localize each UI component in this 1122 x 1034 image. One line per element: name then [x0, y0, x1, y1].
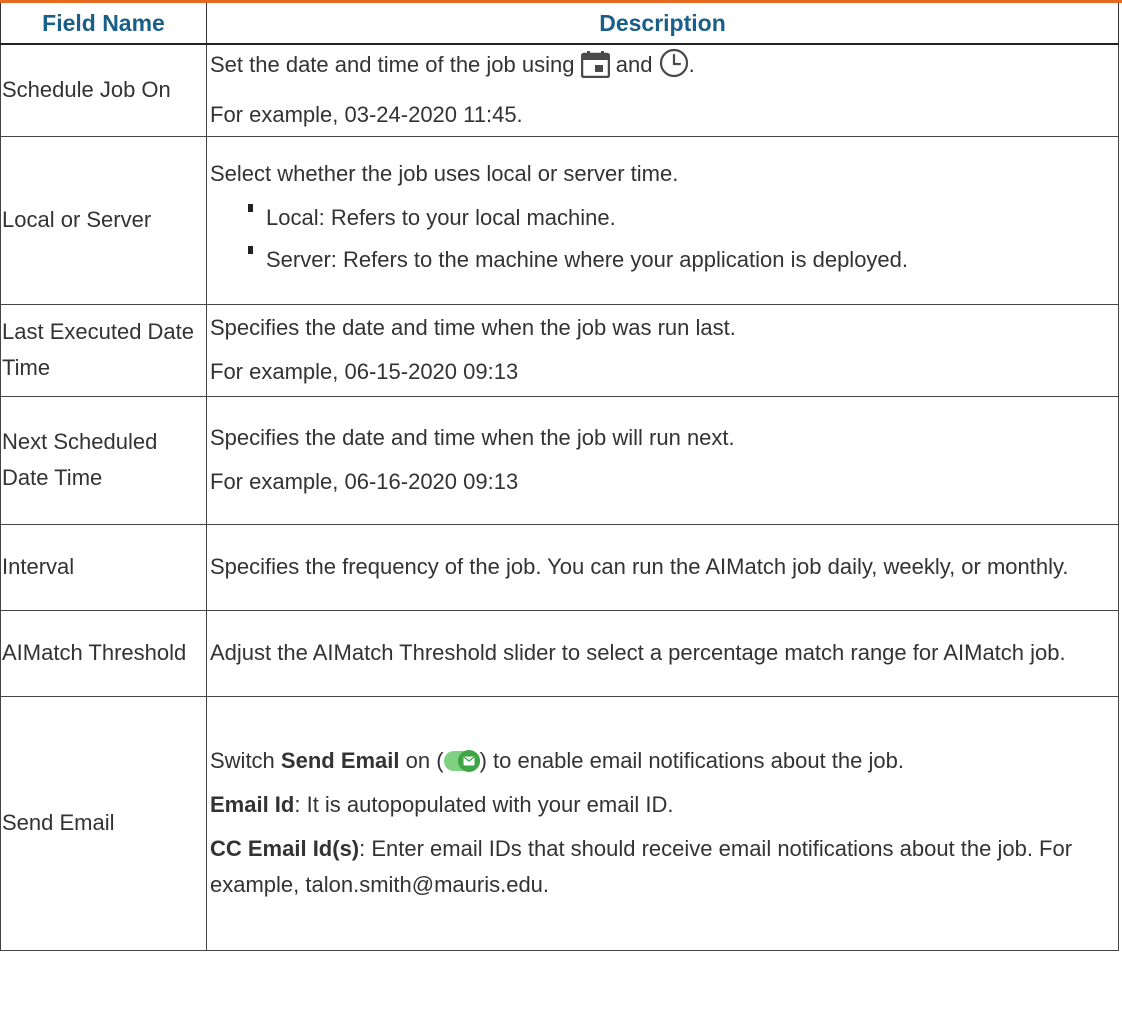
bullet-square-icon — [248, 246, 253, 254]
toggle-on-email-icon — [443, 750, 480, 772]
field-name-cell: Schedule Job On — [0, 43, 207, 137]
field-name-cell: Local or Server — [0, 135, 207, 305]
description-cell: Specifies the date and time when the job… — [206, 395, 1119, 525]
calendar-icon — [580, 51, 610, 89]
description-bold-text: Email Id — [210, 792, 295, 817]
header-description: Description — [206, 3, 1119, 45]
description-text: Switch — [210, 748, 275, 773]
description-line: Specifies the date and time when the job… — [210, 425, 735, 450]
description-paragraph: CC Email Id(s): Enter email IDs that sho… — [210, 831, 1114, 903]
list-item: Local: Refers to your local machine. — [248, 200, 1114, 236]
table-row: Last Executed Date Time Specifies the da… — [0, 303, 1119, 397]
description-paragraph: Switch Send Email on ( ) to enable email … — [210, 743, 1114, 779]
description-example: For example, 06-15-2020 09:13 — [210, 359, 519, 384]
description-cell: Set the date and time of the job using a… — [206, 43, 1119, 137]
table-row: Interval Specifies the frequency of the … — [0, 523, 1119, 611]
header-field-name: Field Name — [0, 3, 207, 45]
description-line: Set the date and time of the job using a… — [210, 47, 1114, 89]
field-description-table: Field Name Description Schedule Job On S… — [0, 3, 1119, 951]
bullet-text: Local: Refers to your local machine. — [266, 205, 616, 230]
field-name-cell: AIMatch Threshold — [0, 609, 207, 697]
description-example: For example, 03-24-2020 11:45. — [210, 102, 523, 128]
description-cell: Switch Send Email on ( ) to enable email … — [206, 695, 1119, 951]
field-name-cell: Interval — [0, 523, 207, 611]
list-item: Server: Refers to the machine where your… — [248, 242, 1114, 278]
clock-icon — [659, 48, 689, 89]
description-cell: Adjust the AIMatch Threshold slider to s… — [206, 609, 1119, 697]
description-text: Set the date and time of the job using — [210, 52, 575, 78]
table-row: Local or Server Select whether the job u… — [0, 135, 1119, 305]
description-text: . — [688, 52, 695, 78]
description-bold-text: CC Email Id(s) — [210, 836, 360, 861]
description-text: and — [615, 52, 653, 78]
description-cell: Specifies the frequency of the job. You … — [206, 523, 1119, 611]
field-name-cell: Last Executed Date Time — [0, 303, 207, 397]
bullet-text: Server: Refers to the machine where your… — [266, 247, 909, 272]
table-row: AIMatch Threshold Adjust the AIMatch Thr… — [0, 609, 1119, 697]
table-header-row: Field Name Description — [0, 3, 1119, 45]
description-example: For example, 06-16-2020 09:13 — [210, 469, 519, 494]
field-name-cell: Send Email — [0, 695, 207, 951]
table-row: Send Email Switch Send Email on ( ) to en… — [0, 695, 1119, 951]
bullet-list: Local: Refers to your local machine. Ser… — [210, 200, 1114, 278]
description-cell: Specifies the date and time when the job… — [206, 303, 1119, 397]
table-row: Schedule Job On Set the date and time of… — [0, 43, 1119, 137]
description-line: Specifies the date and time when the job… — [210, 315, 736, 340]
description-cell: Select whether the job uses local or ser… — [206, 135, 1119, 305]
description-text: : It is autopopulated with your email ID… — [294, 792, 674, 817]
table-row: Next Scheduled Date Time Specifies the d… — [0, 395, 1119, 525]
description-text: on ( — [405, 748, 444, 773]
field-name-cell: Next Scheduled Date Time — [0, 395, 207, 525]
bullet-square-icon — [248, 204, 253, 212]
description-text: ) to enable email notifications about th… — [479, 748, 904, 773]
description-paragraph: Email Id: It is autopopulated with your … — [210, 787, 1114, 823]
description-line: Select whether the job uses local or ser… — [210, 161, 679, 186]
description-bold-text: Send Email — [280, 748, 400, 773]
